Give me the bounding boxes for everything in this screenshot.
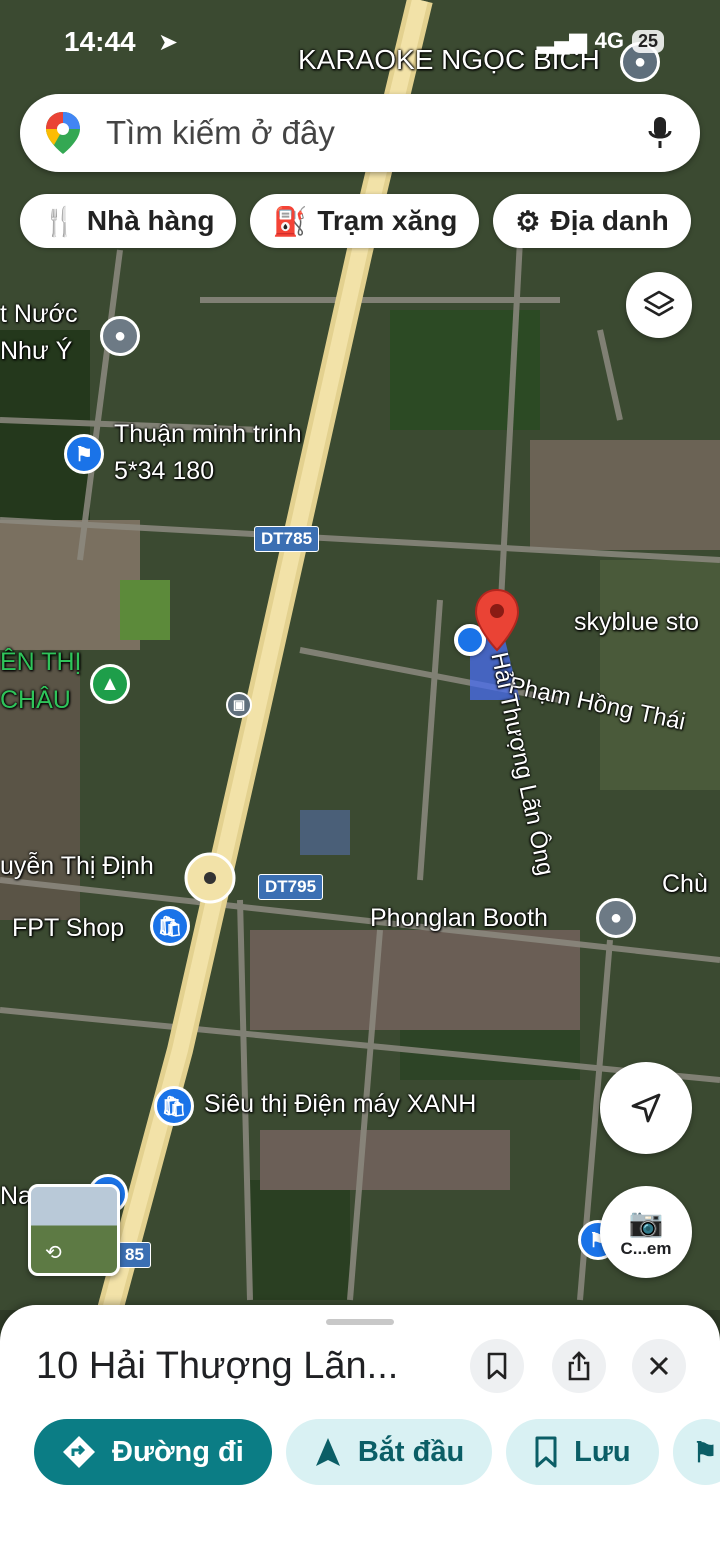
close-button[interactable] — [632, 1339, 686, 1393]
save-button[interactable]: Lưu — [506, 1419, 659, 1485]
place-bottom-sheet[interactable]: 10 Hải Thượng Lãn... Đường đi Bắt đầu Lư… — [0, 1305, 720, 1557]
shopping-pin-icon[interactable]: 🛍 — [154, 1086, 194, 1126]
battery-level: 25 — [631, 29, 664, 53]
camera-label: C...em — [620, 1238, 672, 1258]
drag-handle[interactable] — [326, 1319, 394, 1325]
navigation-icon — [315, 1438, 340, 1466]
camera-icon: 📷 — [628, 1206, 664, 1238]
layers-icon — [643, 290, 675, 317]
chip-label: Địa danh — [550, 205, 669, 236]
road-shield-dt795: DT795 — [258, 874, 324, 900]
street-view-thumbnail[interactable]: ⟲ — [28, 1184, 120, 1276]
place-label-fpt-shop[interactable]: FPT Shop — [12, 914, 124, 943]
place-label-thuan[interactable]: Thuận minh trinh — [114, 420, 302, 449]
bus-stop-icon[interactable]: ▣ — [226, 692, 252, 718]
share-icon — [568, 1351, 590, 1381]
my-location-button[interactable] — [600, 1062, 692, 1154]
save-bookmark-button[interactable] — [470, 1339, 524, 1393]
place-label-sieu-thi[interactable]: Siêu thị Điện máy XANH — [204, 1090, 476, 1119]
navigation-arrow-icon — [631, 1093, 661, 1123]
place-pin-icon[interactable]: ● — [100, 316, 140, 356]
bookmark-icon — [535, 1436, 557, 1468]
status-bar: 14:44 ➤ ▂▄▆ 4G 25 — [0, 22, 720, 62]
place-label-nuoc[interactable]: t Nước — [0, 300, 78, 329]
road-shield-dt785: DT785 — [254, 526, 320, 552]
park-pin-icon[interactable]: ▲ — [90, 664, 130, 704]
place-label-len-thi[interactable]: ÊN THỊ — [0, 648, 82, 677]
status-time: 14:44 — [64, 26, 136, 57]
place-label-skyblue[interactable]: skyblue sto — [574, 608, 699, 637]
save-label: Lưu — [574, 1435, 631, 1468]
directions-button[interactable]: Đường đi — [34, 1419, 272, 1485]
directions-label: Đường đi — [112, 1435, 244, 1468]
chip-gas-stations[interactable]: ⛽ Trạm xăng — [250, 194, 480, 248]
street-view-icon: ⟲ — [45, 1242, 62, 1264]
camera-search-button[interactable]: 📷 C...em — [600, 1186, 692, 1278]
place-label-phonglan-booth[interactable]: Phonglan Booth — [370, 904, 548, 933]
location-arrow-icon: ➤ — [158, 29, 179, 56]
landmark-icon: ⚙ — [515, 205, 541, 237]
dropped-pin-icon[interactable] — [474, 588, 520, 652]
bookmark-icon — [487, 1352, 507, 1380]
more-action-button[interactable]: ⚑ — [672, 1419, 720, 1485]
search-bar[interactable]: Tìm kiếm ở đây — [20, 94, 700, 172]
shopping-pin-icon[interactable]: 🛍 — [150, 906, 190, 946]
place-label-nhu-y[interactable]: Như Ý — [0, 337, 72, 366]
place-label-chu[interactable]: Chù — [662, 870, 708, 899]
chip-landmarks[interactable]: ⚙ Địa danh — [493, 194, 691, 248]
signal-icon: ▂▄▆ — [537, 28, 587, 53]
directions-icon — [63, 1436, 95, 1468]
road-shield-dt785: 85 — [118, 1242, 151, 1268]
network-type: 4G — [594, 28, 624, 53]
place-label-chau[interactable]: CHÂU — [0, 686, 71, 715]
gas-station-icon: ⛽ — [272, 205, 308, 237]
category-chips: 🍴 Nhà hàng ⛽ Trạm xăng ⚙ Địa danh — [20, 194, 691, 248]
place-pin-icon[interactable]: ● — [596, 898, 636, 938]
chip-restaurants[interactable]: 🍴 Nhà hàng — [20, 194, 237, 248]
place-label-thuan-sub: 5*34 180 — [114, 457, 215, 485]
share-button[interactable] — [552, 1339, 606, 1393]
action-buttons: Đường đi Bắt đầu Lưu ⚑ — [34, 1419, 720, 1485]
start-navigation-button[interactable]: Bắt đầu — [285, 1419, 493, 1485]
start-label: Bắt đầu — [357, 1435, 465, 1468]
restaurant-icon: 🍴 — [42, 205, 77, 237]
chip-label: Trạm xăng — [317, 205, 458, 236]
flag-pin-icon[interactable]: ⚑ — [64, 434, 104, 474]
search-input[interactable]: Tìm kiếm ở đây — [106, 114, 648, 152]
flag-icon: ⚑ — [692, 1436, 718, 1468]
street-label-nguyen-thi-dinh: uyễn Thị Định — [0, 852, 154, 880]
google-maps-logo-icon — [46, 112, 80, 154]
microphone-icon[interactable] — [648, 115, 672, 151]
close-icon — [649, 1356, 669, 1376]
chip-label: Nhà hàng — [86, 205, 215, 236]
layers-button[interactable] — [626, 272, 692, 338]
place-title: 10 Hải Thượng Lãn... — [36, 1345, 399, 1387]
